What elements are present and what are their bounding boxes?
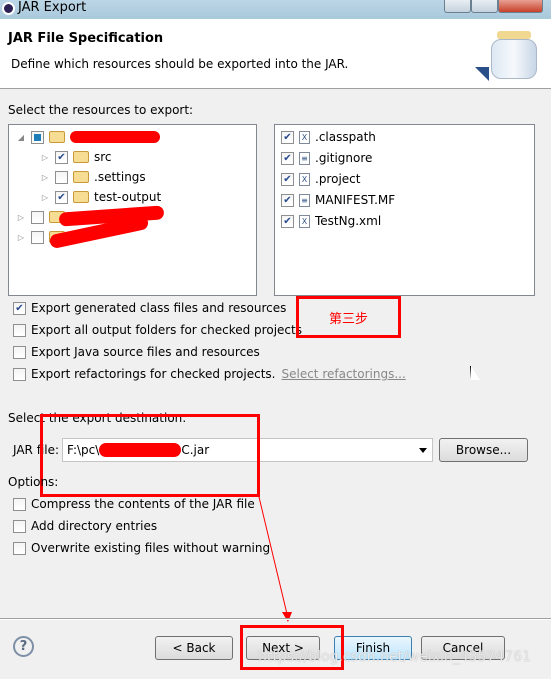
watermark: https://blog.csdn.net/weixin_43574761	[258, 649, 532, 665]
annotation-arrow	[258, 496, 292, 622]
back-label: < Back	[172, 641, 216, 655]
footer-separator	[0, 618, 551, 620]
back-button[interactable]: < Back	[155, 636, 233, 660]
help-icon[interactable]: ?	[13, 636, 34, 657]
